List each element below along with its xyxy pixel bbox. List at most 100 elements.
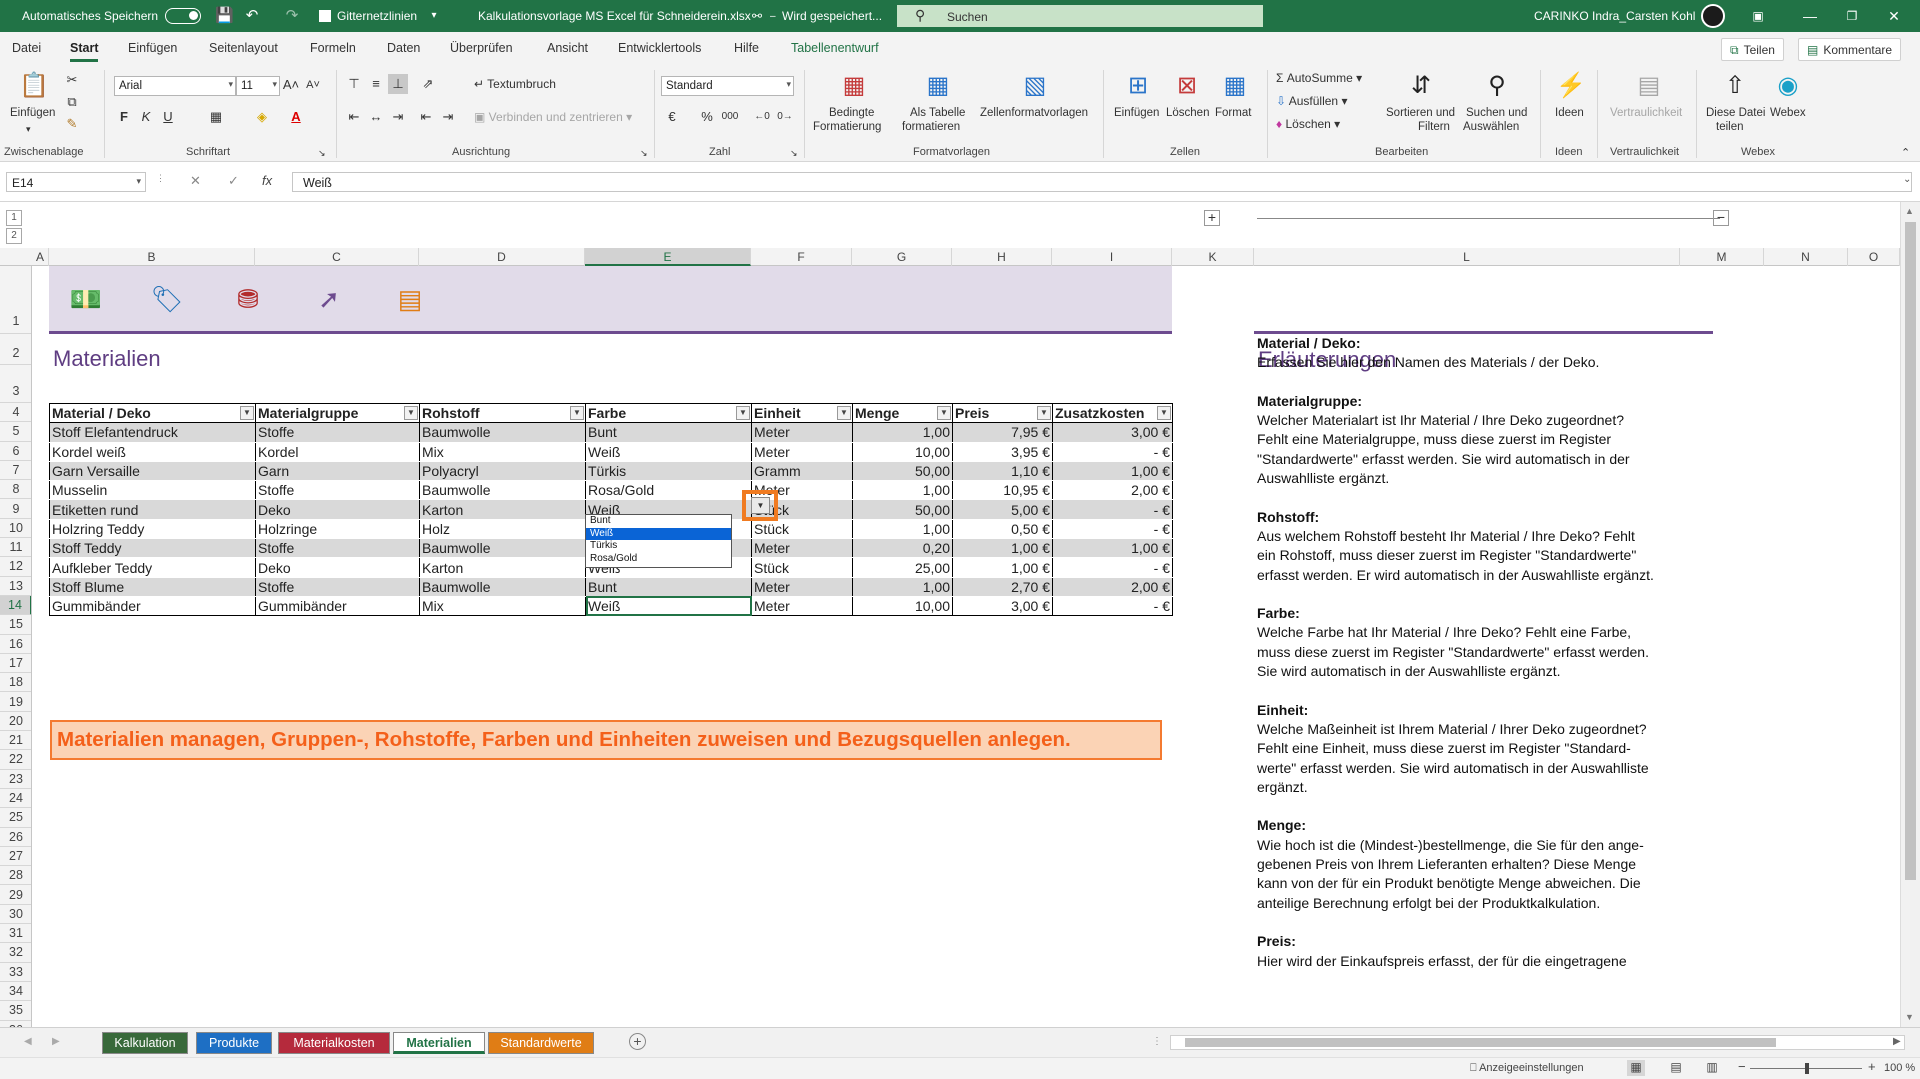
orientation-icon[interactable]: ⇗ bbox=[418, 74, 438, 94]
scroll-up-icon[interactable]: ▲ bbox=[1905, 206, 1914, 216]
table-cell[interactable]: Aufkleber Teddy bbox=[49, 557, 256, 578]
zoom-in-icon[interactable]: + bbox=[1868, 1059, 1876, 1074]
customize-toolbar-icon[interactable]: ▾ bbox=[425, 7, 443, 25]
clear-button[interactable]: ♦ Löschen ▾ bbox=[1276, 117, 1340, 131]
table-cell[interactable]: Karton bbox=[419, 557, 586, 578]
avatar[interactable] bbox=[1701, 4, 1725, 28]
redo-icon[interactable]: ↷ bbox=[283, 7, 301, 25]
zoom-out-icon[interactable]: − bbox=[1738, 1059, 1746, 1074]
row-header[interactable]: 10 bbox=[0, 519, 31, 539]
worksheet[interactable]: 💵 🏷 ⛃ ➚ ▤ Materialien Erläuterungen Mate… bbox=[32, 266, 1900, 1027]
table-cell[interactable]: Stoff Elefantendruck bbox=[49, 422, 256, 443]
row-header[interactable]: 34 bbox=[0, 982, 31, 1002]
bold-icon[interactable]: F bbox=[114, 107, 134, 127]
sensitivity-button[interactable]: Vertraulichkeit bbox=[1610, 106, 1682, 120]
search-box[interactable]: ⚲ Suchen bbox=[897, 5, 1263, 27]
row-header[interactable]: 4 bbox=[0, 403, 31, 423]
row-header[interactable]: 25 bbox=[0, 808, 31, 828]
italic-icon[interactable]: K bbox=[136, 107, 156, 127]
align-right-icon[interactable]: ⇥ bbox=[388, 107, 408, 127]
coins-icon[interactable]: ⛃ bbox=[231, 282, 265, 316]
table-cell[interactable]: 1,00 bbox=[852, 480, 953, 501]
table-cell[interactable]: 1,00 € bbox=[952, 557, 1053, 578]
table-cell[interactable]: 50,00 bbox=[852, 499, 953, 520]
format-as-table-label-2[interactable]: formatieren bbox=[902, 120, 960, 134]
table-cell[interactable]: - € bbox=[1052, 442, 1173, 462]
column-header[interactable]: L bbox=[1254, 248, 1680, 266]
sensitivity-icon[interactable]: ▤ bbox=[1633, 70, 1665, 102]
table-cell[interactable]: Garn bbox=[255, 461, 420, 482]
column-header[interactable]: A bbox=[32, 248, 49, 266]
font-size-select[interactable]: 11 ▾ bbox=[236, 76, 280, 96]
format-cells-button[interactable]: Format bbox=[1215, 106, 1251, 120]
paste-icon[interactable]: 📋 bbox=[18, 70, 50, 102]
collapse-ribbon-icon[interactable]: ⌃ bbox=[1901, 146, 1910, 159]
table-cell[interactable]: 10,00 bbox=[852, 442, 953, 462]
table-cell[interactable]: 5,00 € bbox=[952, 499, 1053, 520]
autosum-button[interactable]: Σ AutoSumme ▾ bbox=[1276, 71, 1362, 85]
filter-dropdown-icon[interactable]: ▼ bbox=[404, 406, 418, 420]
row-header[interactable]: 24 bbox=[0, 789, 31, 809]
filter-dropdown-icon[interactable]: ▼ bbox=[240, 406, 254, 420]
row-header[interactable]: 26 bbox=[0, 828, 31, 847]
table-cell[interactable]: 2,00 € bbox=[1052, 480, 1173, 501]
table-cell[interactable]: 1,00 € bbox=[1052, 538, 1173, 559]
table-cell[interactable]: Meter bbox=[751, 422, 853, 443]
zoom-level[interactable]: 100 % bbox=[1884, 1062, 1915, 1074]
tab-ueberpruefen[interactable]: Überprüfen bbox=[450, 41, 513, 55]
font-name-select[interactable]: Arial ▾ bbox=[114, 76, 236, 96]
row-header[interactable]: 33 bbox=[0, 963, 31, 982]
dropdown-option[interactable]: Rosa/Gold bbox=[586, 553, 731, 566]
outline-level-2[interactable]: 2 bbox=[6, 228, 22, 244]
column-header-selected[interactable]: E bbox=[585, 248, 751, 266]
color-dropdown-list[interactable]: Bunt Weiß Türkis Rosa/Gold bbox=[585, 514, 732, 568]
table-cell[interactable]: Stoffe bbox=[255, 577, 420, 597]
tab-hilfe[interactable]: Hilfe bbox=[734, 41, 759, 55]
row-header[interactable]: 22 bbox=[0, 750, 31, 770]
sort-filter-label-1[interactable]: Sortieren und bbox=[1386, 106, 1455, 120]
vertical-scrollbar[interactable]: ▲ ▼ bbox=[1900, 202, 1920, 1027]
dropdown-option[interactable]: Weiß bbox=[586, 527, 731, 540]
grow-font-icon[interactable]: A˄ bbox=[281, 75, 301, 95]
insert-function-icon[interactable]: fx bbox=[262, 173, 272, 188]
table-cell[interactable]: Holzring Teddy bbox=[49, 519, 256, 540]
row-header[interactable]: 3 bbox=[0, 365, 31, 403]
table-cell[interactable]: 2,70 € bbox=[952, 577, 1053, 597]
page-break-view-icon[interactable]: ▥ bbox=[1703, 1060, 1721, 1076]
conditional-format-icon[interactable]: ▦ bbox=[838, 70, 870, 102]
tab-ansicht[interactable]: Ansicht bbox=[547, 41, 588, 55]
column-header[interactable]: F bbox=[751, 248, 852, 266]
row-header[interactable]: 35 bbox=[0, 1001, 31, 1021]
sort-filter-icon[interactable]: ⇵ bbox=[1405, 70, 1437, 102]
table-cell[interactable]: Baumwolle bbox=[419, 480, 586, 501]
format-painter-icon[interactable]: ✎ bbox=[62, 114, 82, 134]
filter-dropdown-icon[interactable]: ▼ bbox=[937, 406, 951, 420]
tab-start[interactable]: Start bbox=[70, 41, 99, 62]
column-header[interactable]: D bbox=[419, 248, 585, 266]
percent-icon[interactable]: % bbox=[697, 107, 717, 127]
column-header[interactable]: H bbox=[952, 248, 1052, 266]
list-icon[interactable]: ▤ bbox=[393, 282, 427, 316]
table-cell[interactable]: - € bbox=[1052, 519, 1173, 540]
row-header[interactable]: 13 bbox=[0, 577, 31, 596]
scroll-right-icon[interactable]: ▶ bbox=[1893, 1036, 1901, 1047]
fill-color-icon[interactable]: ◈ bbox=[252, 107, 272, 127]
zoom-slider[interactable] bbox=[1805, 1063, 1809, 1074]
number-dialog-launcher[interactable]: ↘ bbox=[790, 148, 798, 159]
conditional-format-label-1[interactable]: Bedingte bbox=[829, 106, 874, 120]
cut-icon[interactable]: ✂ bbox=[62, 70, 82, 90]
row-header[interactable]: 18 bbox=[0, 673, 31, 693]
table-cell[interactable]: 1,00 € bbox=[952, 538, 1053, 559]
table-cell[interactable]: Stück bbox=[751, 519, 853, 540]
row-header[interactable]: 14 bbox=[0, 596, 31, 616]
webex-button[interactable]: Webex bbox=[1770, 106, 1806, 120]
table-cell[interactable]: Stoff Blume bbox=[49, 577, 256, 597]
row-header[interactable]: 7 bbox=[0, 461, 31, 481]
table-cell[interactable]: - € bbox=[1052, 557, 1173, 578]
increase-indent-icon[interactable]: ⇥ bbox=[438, 107, 458, 127]
tab-formeln[interactable]: Formeln bbox=[310, 41, 356, 55]
row-header[interactable]: 2 bbox=[0, 334, 31, 365]
next-sheet-icon[interactable]: ▶ bbox=[52, 1036, 60, 1047]
table-cell[interactable]: Stoffe bbox=[255, 422, 420, 443]
filter-dropdown-icon[interactable]: ▼ bbox=[1157, 406, 1171, 420]
